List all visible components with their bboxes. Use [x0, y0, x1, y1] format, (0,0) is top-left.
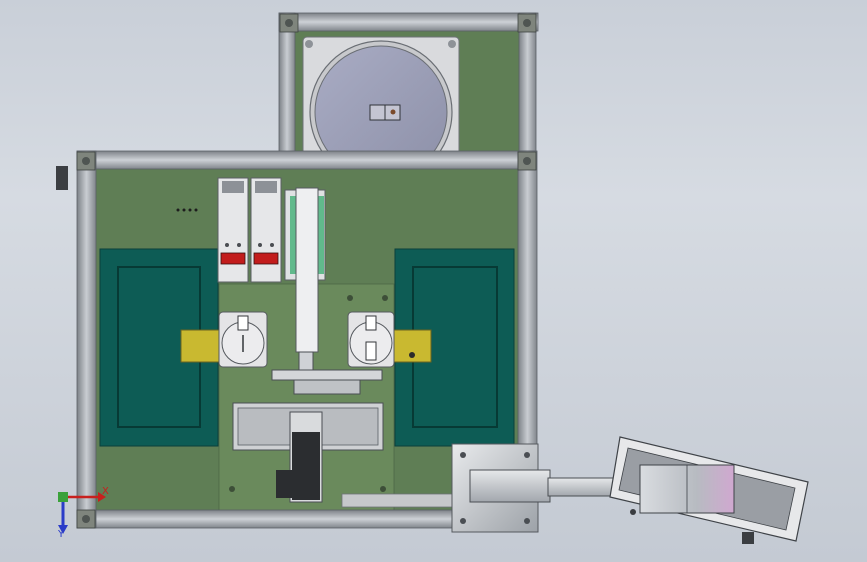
bottom-slot-cover — [341, 493, 455, 508]
controller-readout — [220, 252, 246, 265]
cad-viewport[interactable]: X Y — [0, 0, 867, 562]
clamp-crossbar — [271, 369, 383, 381]
clamp-pin — [390, 109, 396, 115]
corner-bracket — [76, 509, 96, 529]
stepper-motor — [292, 432, 320, 500]
temperature-controller — [250, 177, 282, 283]
corner-bracket — [517, 13, 537, 33]
axis-z-marker — [58, 492, 68, 502]
upper-frame-rail-left — [278, 12, 296, 174]
left-linear-slide — [180, 329, 225, 363]
corner-bracket — [517, 151, 537, 171]
upper-frame-rail-right — [518, 12, 537, 174]
axis-y-label: Y — [58, 529, 65, 540]
vertical-actuator-rod — [295, 187, 319, 353]
scanner-arm-assembly — [451, 436, 809, 544]
actuator-guide-strip — [318, 196, 324, 274]
corner-bracket — [279, 13, 299, 33]
arm-joint-block — [469, 469, 551, 503]
side-connector — [56, 166, 68, 190]
flange-bolt — [305, 40, 313, 48]
actuator-guide-strip — [290, 196, 296, 274]
main-frame-rail-left — [76, 150, 97, 529]
cad-model-drawing — [56, 12, 809, 544]
flange-bolt — [448, 40, 456, 48]
upper-frame-rail-top — [278, 12, 539, 32]
corner-bracket — [76, 151, 96, 171]
axis-x-label: X — [102, 486, 109, 497]
controller-readout — [253, 252, 279, 265]
main-frame-rail-top — [76, 150, 537, 170]
temperature-controller — [217, 177, 249, 283]
